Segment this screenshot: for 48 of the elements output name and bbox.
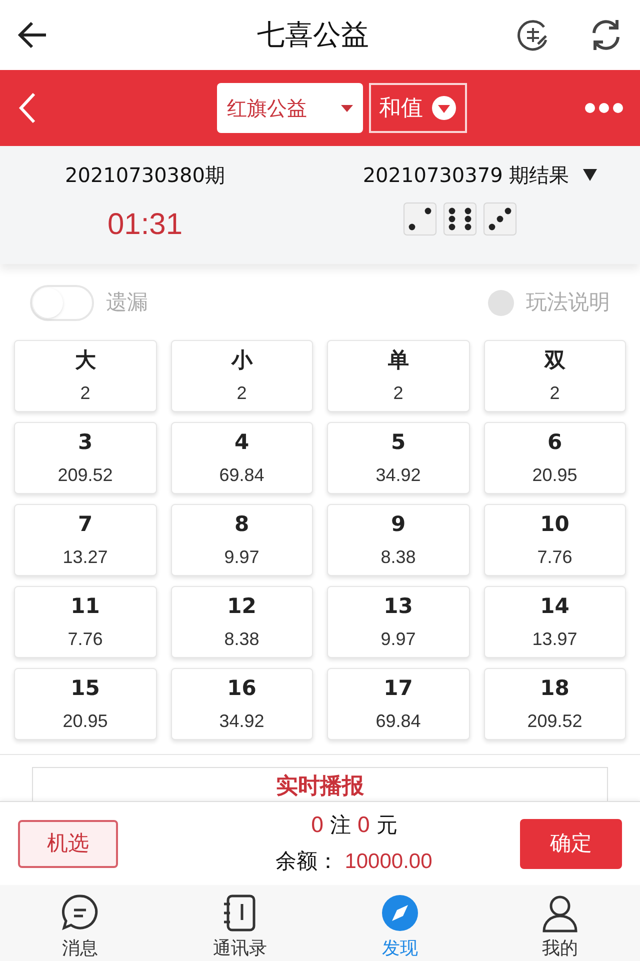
page-title: 七喜公益 — [257, 17, 369, 53]
bet-option[interactable]: 17 69.84 — [327, 668, 470, 740]
broadcast-title: 实时播报 — [276, 773, 364, 801]
amount-unit: 元 — [376, 812, 398, 839]
chat-icon — [60, 893, 100, 933]
caret-icon — [341, 104, 353, 112]
balance-label: 余额： — [276, 848, 339, 874]
issue-number: 20210730380期 — [65, 162, 225, 189]
bet-option[interactable]: 18 209.52 — [484, 668, 626, 740]
bet-amount: 0 — [357, 812, 370, 839]
nav-tab[interactable]: 我的 — [480, 893, 640, 961]
bet-count: 0 — [310, 812, 324, 839]
bet-option[interactable]: 9 8.38 — [327, 504, 470, 576]
bet-option[interactable]: 11 7.76 — [14, 586, 156, 658]
random-pick-button[interactable]: 机选 — [18, 820, 118, 868]
person-icon — [540, 893, 580, 933]
bet-option[interactable]: 12 8.38 — [170, 586, 313, 658]
nav-tab[interactable]: 消息 — [0, 893, 160, 961]
bet-option[interactable]: 15 20.95 — [14, 668, 156, 740]
bet-option[interactable]: 双 2 — [484, 340, 626, 412]
more-icon[interactable] — [584, 102, 624, 114]
compass-icon — [380, 893, 420, 933]
countdown: 01:31 — [107, 207, 183, 243]
bet-option[interactable]: 4 69.84 — [170, 422, 313, 494]
bet-option[interactable]: 8 9.97 — [170, 504, 313, 576]
caret-icon — [431, 95, 457, 121]
bet-option[interactable]: 10 7.76 — [484, 504, 626, 576]
sign-in-icon[interactable] — [516, 18, 550, 52]
caret-icon[interactable] — [583, 169, 598, 181]
bet-option[interactable]: 大 2 — [14, 340, 156, 412]
bet-option[interactable]: 单 2 — [327, 340, 470, 412]
bet-option[interactable]: 16 34.92 — [170, 668, 313, 740]
bet-option[interactable]: 13 9.97 — [327, 586, 470, 658]
bet-option[interactable]: 6 20.95 — [484, 422, 626, 494]
bet-option[interactable]: 5 34.92 — [327, 422, 470, 494]
confirm-button[interactable]: 确定 — [520, 818, 622, 868]
play-dropdown[interactable]: 和值 — [369, 83, 467, 133]
balance-value: 10000.00 — [344, 848, 432, 874]
count-unit: 注 — [330, 812, 351, 839]
last-result-label: 20210730379 期结果 — [362, 162, 570, 189]
bet-option[interactable]: 14 13.97 — [484, 586, 626, 658]
nav-tab[interactable]: 通讯录 — [160, 893, 320, 961]
bet-option[interactable]: 3 209.52 — [14, 422, 156, 494]
bet-option[interactable]: 7 13.27 — [14, 504, 156, 576]
toggle-label: 遗漏 — [106, 289, 148, 316]
missing-toggle[interactable] — [30, 285, 94, 321]
bet-option[interactable]: 小 2 — [170, 340, 313, 412]
lottery-dropdown[interactable]: 红旗公益 — [217, 83, 363, 133]
